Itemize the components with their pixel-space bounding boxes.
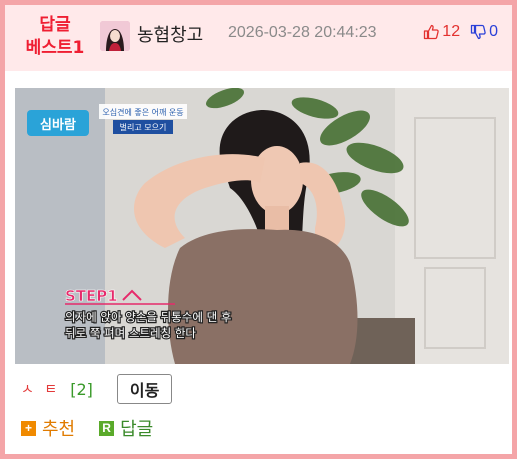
best-badge-line2: 베스트1 bbox=[25, 38, 85, 58]
downvote-button[interactable]: 0 bbox=[470, 23, 498, 41]
recommend-label: 추천 bbox=[42, 419, 76, 440]
post-actions: + 추천 R 답글 bbox=[21, 415, 153, 441]
post-meta: ㅅ ㅌ [2] 이동 bbox=[21, 374, 173, 404]
vote-box: 12 0 bbox=[423, 23, 498, 41]
step-text-line1: 의자에 앉아 양손을 뒤통수에 댄 후 bbox=[65, 310, 231, 324]
thumbs-up-icon bbox=[424, 24, 440, 40]
source-label: ㅅ ㅌ bbox=[21, 382, 61, 398]
caption-top-line2: 벌리고 모으기 bbox=[120, 122, 167, 132]
reply-button[interactable]: R 답글 bbox=[99, 415, 153, 441]
show-logo: 심바람 bbox=[40, 117, 76, 133]
post-header: 답글 베스트1 농협창고 2026-03-28 20:44:23 12 0 bbox=[5, 5, 512, 71]
post-image-illustration: 심바람 오십견에 좋은 어깨 운동 벌리고 모으기 STEP1 의자에 앉아 양… bbox=[15, 88, 509, 364]
author-name[interactable]: 농협창고 bbox=[137, 21, 203, 47]
thumbs-down-icon bbox=[470, 24, 486, 40]
best-badge-line1: 답글 bbox=[39, 15, 71, 35]
reply-icon: R bbox=[99, 420, 115, 436]
reply-label: 답글 bbox=[120, 419, 154, 440]
post-card: 답글 베스트1 농협창고 2026-03-28 20:44:23 12 0 심바… bbox=[5, 5, 512, 454]
step-label: STEP1 bbox=[65, 287, 118, 305]
upvote-count: 12 bbox=[442, 23, 461, 40]
avatar-image bbox=[100, 21, 130, 51]
step-text-line2: 뒤로 쭉 펴며 스트레칭 한다 bbox=[65, 326, 196, 340]
move-button[interactable]: 이동 bbox=[116, 374, 173, 404]
post-datetime: 2026-03-28 20:44:23 bbox=[228, 24, 377, 41]
post-image[interactable]: 심바람 오십견에 좋은 어깨 운동 벌리고 모으기 STEP1 의자에 앉아 양… bbox=[15, 88, 509, 364]
recommend-button[interactable]: + 추천 bbox=[21, 415, 75, 441]
caption-top-line1: 오십견에 좋은 어깨 운동 bbox=[102, 107, 183, 117]
upvote-button[interactable]: 12 bbox=[423, 23, 460, 41]
plus-icon: + bbox=[21, 420, 36, 436]
downvote-count: 0 bbox=[489, 23, 498, 40]
avatar[interactable] bbox=[100, 21, 130, 51]
best-reply-badge: 답글 베스트1 bbox=[15, 14, 95, 60]
comment-count[interactable]: [2] bbox=[70, 380, 93, 399]
